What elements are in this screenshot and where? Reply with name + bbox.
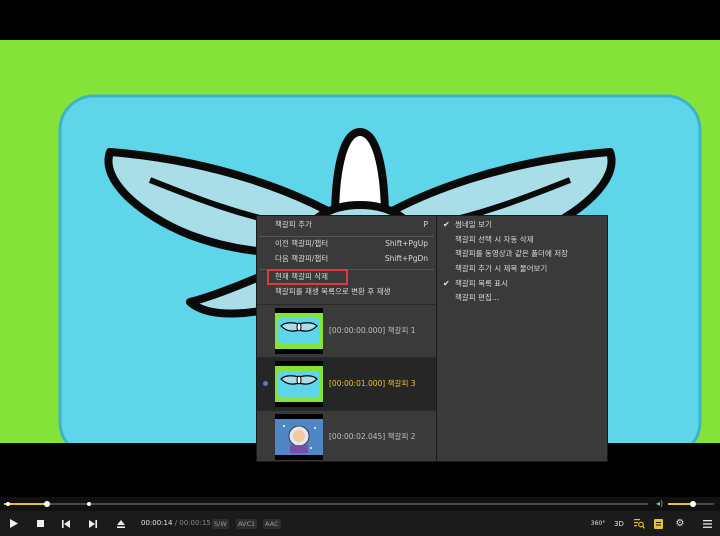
time-display: 00:00:14 / 00:00:15 [141, 511, 211, 536]
bookmark-name: 책갈피 2 [387, 432, 416, 441]
seek-progress [4, 503, 47, 505]
submenu-item-ask-title[interactable]: 책갈피 추가 시 제목 물어보기 [455, 261, 599, 277]
bookmark-thumbnail [275, 308, 323, 354]
menu-item-next-bookmark[interactable]: 다음 책갈피/챕터 Shift+PgDn [275, 251, 428, 267]
bookmark-label: [00:00:00.000] 책갈피 1 [329, 305, 416, 357]
video-codec-tag: AVC1 [236, 519, 258, 529]
bookmark-list-button[interactable] [652, 511, 664, 536]
bookmark-list-icon [653, 518, 663, 529]
volume-icon[interactable]: ◂) [656, 499, 663, 509]
bookmark-name: 책갈피 1 [387, 326, 416, 335]
next-button[interactable] [85, 511, 101, 536]
settings-button[interactable]: ⚙ [673, 511, 687, 536]
submenu-item-label: 책갈피 목록 표시 [455, 279, 509, 288]
bookmark-item[interactable]: [00:00:00.000] 책갈피 1 [257, 304, 436, 357]
menu-item-shortcut: P [423, 220, 428, 229]
seek-bar[interactable]: ◂) [0, 497, 720, 511]
check-icon: ✔ [443, 279, 450, 288]
3d-button[interactable]: 3D [611, 511, 627, 536]
bookmark-item[interactable]: [00:00:01.000] 책갈피 3 [257, 357, 436, 410]
submenu-item-edit-bookmarks[interactable]: 책갈피 편집... [455, 290, 599, 306]
bookmark-marker[interactable] [6, 502, 10, 506]
bookmark-label: [00:00:01.000] 책갈피 3 [329, 358, 416, 410]
menu-item-add-bookmark[interactable]: 책갈피 추가 P [275, 217, 428, 233]
total-time: 00:00:15 [179, 519, 211, 527]
submenu-item-label: 책갈피를 동영상과 같은 폴더에 저장 [455, 249, 569, 258]
menu-item-prev-bookmark[interactable]: 이전 책갈피/챕터 Shift+PgUp [275, 236, 428, 252]
menu-item-label: 다음 책갈피/챕터 [275, 254, 329, 263]
skip-forward-icon [89, 519, 97, 528]
bookmark-thumbnail [275, 361, 323, 407]
vr-360-button[interactable]: 360° [590, 511, 606, 536]
audio-codec-tag: AAC [263, 519, 281, 529]
highlight-box [267, 269, 348, 285]
prev-button[interactable] [58, 511, 74, 536]
menu-item-label: 이전 책갈피/챕터 [275, 239, 329, 248]
bookmark-time: [00:00:01.000] [329, 379, 386, 388]
check-icon: ✔ [443, 220, 450, 229]
submenu-item-label: 책갈피 편집... [455, 293, 500, 302]
submenu-item-label: 책갈피 추가 시 제목 물어보기 [455, 264, 548, 273]
playlist-search-button[interactable] [632, 511, 646, 536]
stop-button[interactable] [32, 511, 48, 536]
hamburger-icon [702, 519, 712, 528]
bookmark-label: [00:00:02.045] 책갈피 2 [329, 411, 416, 463]
submenu-item-thumbnail-view[interactable]: ✔ 썸네일 보기 [443, 217, 599, 233]
submenu-item-label: 책갈피 선택 시 자동 삭제 [455, 235, 534, 244]
menu-item-convert-to-playlist[interactable]: 책갈피를 재생 목록으로 변환 후 재생 [275, 284, 428, 300]
bookmark-thumbnail [275, 414, 323, 460]
list-search-icon [633, 518, 645, 529]
menu-item-shortcut: Shift+PgUp [385, 239, 428, 248]
play-button[interactable] [6, 511, 22, 536]
bookmark-options-submenu: ✔ 썸네일 보기 책갈피 선택 시 자동 삭제 책갈피를 동영상과 같은 폴더에… [436, 215, 608, 462]
menu-button[interactable] [700, 511, 714, 536]
control-bar: 00:00:14 / 00:00:15 S/W AVC1 AAC 360° 3D… [0, 511, 720, 536]
bookmark-marker[interactable] [87, 502, 91, 506]
current-time: 00:00:14 [141, 519, 173, 527]
bookmark-time: [00:00:02.045] [329, 432, 386, 441]
menu-item-shortcut: Shift+PgDn [384, 254, 428, 263]
seek-handle[interactable] [44, 501, 50, 507]
submenu-item-label: 썸네일 보기 [455, 220, 492, 229]
play-icon [10, 519, 18, 528]
stop-icon [36, 520, 44, 527]
menu-item-label: 책갈피를 재생 목록으로 변환 후 재생 [275, 287, 391, 296]
skip-back-icon [62, 519, 70, 528]
submenu-item-save-same-folder[interactable]: 책갈피를 동영상과 같은 폴더에 저장 [455, 246, 599, 262]
bookmark-name: 책갈피 3 [387, 379, 416, 388]
bookmark-time: [00:00:00.000] [329, 326, 386, 335]
volume-handle[interactable] [690, 501, 696, 507]
menu-item-label: 책갈피 추가 [275, 220, 312, 229]
time-separator: / [174, 519, 178, 527]
3d-label: 3D [614, 519, 624, 528]
current-bookmark-dot [263, 381, 268, 386]
eject-button[interactable] [113, 511, 129, 536]
renderer-tag: S/W [212, 519, 229, 529]
gear-icon: ⚙ [675, 518, 685, 529]
bookmark-item[interactable]: [00:00:02.045] 책갈피 2 [257, 410, 436, 463]
seek-track [4, 503, 648, 505]
vr-360-label: 360° [590, 520, 606, 527]
bookmark-context-menu: 책갈피 추가 P 이전 책갈피/챕터 Shift+PgUp 다음 책갈피/챕터 … [256, 215, 437, 462]
eject-icon [117, 519, 125, 528]
